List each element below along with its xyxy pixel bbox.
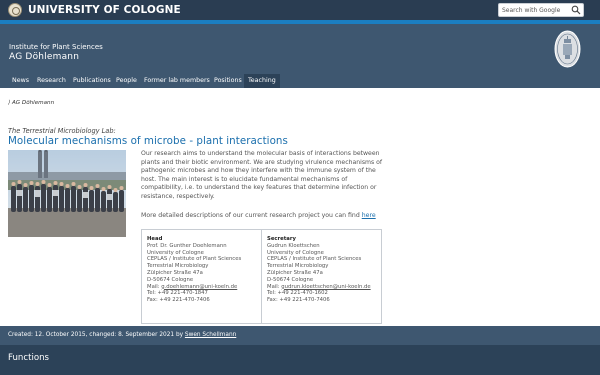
main-navigation: News Research Publications People Former… (0, 74, 600, 88)
nav-item-publications[interactable]: Publications (69, 74, 115, 88)
contact-mail-row: Mail: g.doehlemann@uni-koeln.de (147, 284, 256, 291)
search-icon[interactable] (571, 5, 581, 15)
intro-text: Our research aims to understand the mole… (141, 150, 383, 200)
group-name[interactable]: AG Döhlemann (9, 52, 79, 62)
author-link[interactable]: Swen Schellmann (185, 332, 236, 338)
contact-lab: Terrestrial Microbiology (147, 263, 209, 270)
university-seal-icon (554, 30, 581, 68)
contact-tel: Tel: +49 221-470-1847 (147, 290, 208, 297)
contact-street: Zülpicher Straße 47a (147, 269, 203, 276)
contact-name: Gudrun Kloettschen (267, 242, 320, 249)
page-kicker: The Terrestrial Microbiology Lab: (8, 127, 116, 135)
contact-role: Head (147, 236, 163, 242)
nav-item-positions[interactable]: Positions (210, 74, 246, 88)
contact-lab: Terrestrial Microbiology (267, 263, 329, 270)
mail-label: Mail: (267, 283, 282, 290)
more-info: More detailed descriptions of our curren… (141, 212, 376, 219)
contact-fax: Fax: +49 221-470-7406 (147, 297, 210, 304)
search-input[interactable] (502, 4, 568, 16)
contact-name: Prof. Dr. Gunther Doehlemann (147, 242, 227, 249)
page-title: Molecular mechanisms of microbe - plant … (8, 135, 288, 147)
page-meta-bar: Created: 12. October 2015, changed: 8. S… (0, 326, 600, 345)
search-box (498, 3, 584, 17)
contact-institute: CEPLAS / Institute of Plant Sciences (267, 256, 362, 263)
contact-city: D-50674 Cologne (147, 276, 194, 283)
contact-mail-link[interactable]: g.doehlemann@uni-koeln.de (161, 284, 237, 290)
contact-fax: Fax: +49 221-470-7406 (267, 297, 330, 304)
nav-item-people[interactable]: People (112, 74, 141, 88)
breadcrumb: ⟩ AG Döhlemann (8, 100, 54, 106)
contact-secretary: Secretary Gudrun Kloettschen University … (262, 230, 382, 323)
more-info-link[interactable]: here (362, 212, 376, 219)
university-logo-icon[interactable] (8, 3, 22, 17)
contact-org: University of Cologne (147, 249, 204, 256)
contact-street: Zülpicher Straße 47a (267, 269, 323, 276)
functions-heading: Functions (8, 353, 50, 363)
contact-role: Secretary (267, 236, 296, 242)
contact-city: D-50674 Cologne (267, 276, 314, 283)
nav-item-teaching[interactable]: Teaching (244, 74, 280, 88)
breadcrumb-marker: ⟩ (8, 100, 11, 106)
contact-mail-link[interactable]: gudrun.kloettschen@uni-koeln.de (281, 284, 370, 290)
contact-institute: CEPLAS / Institute of Plant Sciences (147, 256, 242, 263)
functions-section: Functions (0, 345, 600, 375)
mail-label: Mail: (147, 283, 162, 290)
institute-name[interactable]: Institute for Plant Sciences (9, 43, 103, 51)
site-header: Institute for Plant Sciences AG Döhleman… (0, 24, 600, 74)
lab-group-photo (8, 150, 126, 237)
nav-item-research[interactable]: Research (33, 74, 70, 88)
created-changed-text: Created: 12. October 2015, changed: 8. S… (8, 332, 185, 338)
university-name[interactable]: UNIVERSITY OF COLOGNE (28, 4, 181, 16)
contact-head: Head Prof. Dr. Gunther Doehlemann Univer… (142, 230, 262, 323)
nav-item-former-lab-members[interactable]: Former lab members (140, 74, 214, 88)
nav-item-news[interactable]: News (8, 74, 33, 88)
page-meta-text: Created: 12. October 2015, changed: 8. S… (8, 332, 236, 338)
contact-tel: Tel: +49 221-470-1602 (267, 290, 328, 297)
top-bar: UNIVERSITY OF COLOGNE (0, 0, 600, 20)
more-info-text: More detailed descriptions of our curren… (141, 212, 362, 219)
contact-mail-row: Mail: gudrun.kloettschen@uni-koeln.de (267, 284, 377, 291)
breadcrumb-current[interactable]: AG Döhlemann (12, 100, 54, 106)
contact-box: Head Prof. Dr. Gunther Doehlemann Univer… (141, 229, 382, 324)
contact-org: University of Cologne (267, 249, 324, 256)
